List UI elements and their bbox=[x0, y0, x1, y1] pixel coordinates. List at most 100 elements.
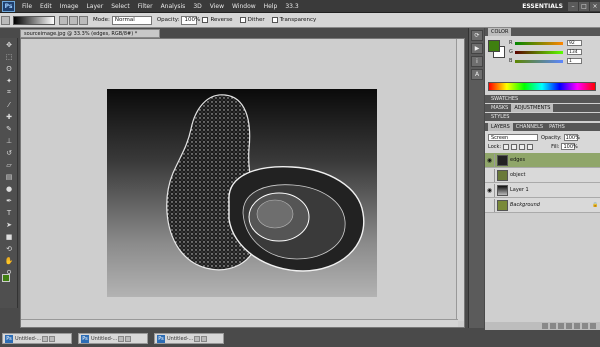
stamp-tool-icon[interactable]: ⊥ bbox=[2, 135, 16, 146]
foreground-color-swatch[interactable] bbox=[2, 274, 10, 282]
hand-tool-icon[interactable]: ✋ bbox=[2, 255, 16, 266]
healing-brush-tool-icon[interactable]: ✚ bbox=[2, 111, 16, 122]
linear-gradient-icon[interactable] bbox=[59, 15, 68, 25]
minimize-button[interactable]: – bbox=[568, 1, 578, 11]
delete-layer-icon[interactable] bbox=[590, 323, 596, 329]
crop-tool-icon[interactable]: ⌗ bbox=[2, 87, 16, 98]
maximize-button[interactable]: □ bbox=[579, 1, 589, 11]
restore-icon[interactable] bbox=[194, 335, 201, 342]
document-tab[interactable]: sourceimage.jpg @ 33.3% (edges, RGB/8#) … bbox=[20, 29, 160, 38]
close-icon[interactable] bbox=[201, 335, 208, 342]
brush-tool-icon[interactable]: ✎ bbox=[2, 123, 16, 134]
workspace-switcher[interactable]: ESSENTIALS bbox=[518, 3, 567, 10]
layer-row-object[interactable]: object bbox=[485, 168, 600, 183]
move-tool-icon[interactable]: ✥ bbox=[2, 39, 16, 50]
zoom-level[interactable]: 33.3 bbox=[281, 3, 302, 10]
gradient-tool-icon[interactable]: ▤ bbox=[2, 171, 16, 182]
eye-icon[interactable]: ◉ bbox=[485, 183, 495, 197]
tab-paths[interactable]: PATHS bbox=[546, 123, 568, 131]
menu-layer[interactable]: Layer bbox=[82, 3, 107, 10]
adjustment-layer-icon[interactable] bbox=[566, 323, 572, 329]
actions-panel-icon[interactable]: ▶ bbox=[471, 43, 483, 54]
menu-view[interactable]: View bbox=[206, 3, 228, 10]
new-layer-icon[interactable] bbox=[582, 323, 588, 329]
tab-channels[interactable]: CHANNELS bbox=[513, 123, 546, 131]
layer-row-background[interactable]: Background 🔒 bbox=[485, 198, 600, 213]
add-mask-icon[interactable] bbox=[558, 323, 564, 329]
tab-swatches[interactable]: SWATCHES bbox=[488, 95, 521, 103]
menu-edit[interactable]: Edit bbox=[36, 3, 56, 10]
close-icon[interactable] bbox=[125, 335, 132, 342]
eye-icon[interactable] bbox=[485, 198, 495, 212]
close-icon[interactable] bbox=[49, 335, 56, 342]
menu-3d[interactable]: 3D bbox=[189, 3, 205, 10]
layer-style-icon[interactable] bbox=[550, 323, 556, 329]
type-tool-icon[interactable]: T bbox=[2, 207, 16, 218]
red-slider[interactable] bbox=[515, 41, 563, 45]
3d-rotate-tool-icon[interactable]: ⟲ bbox=[2, 243, 16, 254]
menu-filter[interactable]: Filter bbox=[134, 3, 157, 10]
green-slider[interactable] bbox=[515, 50, 563, 54]
blue-value[interactable]: 1 bbox=[567, 58, 582, 64]
fill-input[interactable]: 100% bbox=[561, 143, 578, 150]
gradient-picker[interactable] bbox=[13, 15, 55, 25]
dodge-tool-icon[interactable]: ● bbox=[2, 183, 16, 194]
shape-tool-icon[interactable]: ■ bbox=[2, 231, 16, 242]
horizontal-scrollbar[interactable] bbox=[21, 319, 458, 327]
vertical-scrollbar[interactable] bbox=[456, 39, 464, 321]
magic-wand-tool-icon[interactable]: ✦ bbox=[2, 75, 16, 86]
foreground-color-chip[interactable] bbox=[488, 40, 500, 52]
minimized-doc-2[interactable]: Ps Untitled-... bbox=[78, 333, 148, 344]
minimized-doc-1[interactable]: Ps Untitled-... bbox=[2, 333, 72, 344]
history-panel-icon[interactable]: ⟳ bbox=[471, 30, 483, 41]
reverse-checkbox[interactable] bbox=[202, 17, 209, 23]
blend-mode-select[interactable]: Screen bbox=[488, 134, 538, 141]
tab-adjustments[interactable]: ADJUSTMENTS bbox=[511, 104, 554, 112]
color-spectrum-ramp[interactable] bbox=[488, 82, 596, 91]
minimized-doc-3[interactable]: Ps Untitled-... bbox=[154, 333, 224, 344]
lock-pixels-icon[interactable] bbox=[511, 143, 518, 150]
radial-gradient-icon[interactable] bbox=[69, 15, 78, 25]
dither-checkbox[interactable] bbox=[239, 17, 246, 23]
menu-file[interactable]: File bbox=[18, 3, 36, 10]
menu-window[interactable]: Window bbox=[228, 3, 260, 10]
tab-layers[interactable]: LAYERS bbox=[488, 123, 513, 131]
marquee-tool-icon[interactable]: ⬚ bbox=[2, 51, 16, 62]
eye-icon[interactable]: ◉ bbox=[485, 153, 495, 167]
menu-help[interactable]: Help bbox=[260, 3, 282, 10]
new-group-icon[interactable] bbox=[574, 323, 580, 329]
eye-icon[interactable] bbox=[485, 168, 495, 182]
lasso-tool-icon[interactable]: ʘ bbox=[2, 63, 16, 74]
tab-masks[interactable]: MASKS bbox=[488, 104, 511, 112]
tab-color[interactable]: COLOR bbox=[488, 28, 512, 36]
menu-select[interactable]: Select bbox=[107, 3, 134, 10]
history-brush-tool-icon[interactable]: ↺ bbox=[2, 147, 16, 158]
lock-transparency-icon[interactable] bbox=[503, 143, 510, 150]
angle-gradient-icon[interactable] bbox=[79, 15, 88, 25]
transparency-checkbox[interactable] bbox=[271, 17, 278, 23]
blue-slider[interactable] bbox=[515, 59, 563, 63]
mode-select[interactable]: Normal bbox=[111, 15, 152, 25]
lock-all-icon[interactable] bbox=[527, 143, 534, 150]
image-canvas[interactable] bbox=[107, 89, 377, 297]
layer-row-layer-1[interactable]: ◉ Layer 1 bbox=[485, 183, 600, 198]
pen-tool-icon[interactable]: ✒ bbox=[2, 195, 16, 206]
restore-icon[interactable] bbox=[118, 335, 125, 342]
layer-opacity-input[interactable]: 100% bbox=[563, 134, 580, 141]
gradient-tool-icon[interactable] bbox=[1, 15, 10, 25]
lock-position-icon[interactable] bbox=[519, 143, 526, 150]
green-value[interactable]: 134 bbox=[567, 49, 582, 55]
menu-image[interactable]: Image bbox=[56, 3, 83, 10]
character-panel-icon[interactable]: A bbox=[471, 69, 483, 80]
path-selection-tool-icon[interactable]: ➤ bbox=[2, 219, 16, 230]
layer-row-edges[interactable]: ◉ edges bbox=[485, 153, 600, 168]
link-layers-icon[interactable] bbox=[542, 323, 548, 329]
opacity-input[interactable]: 100% bbox=[181, 15, 200, 25]
red-value[interactable]: 92 bbox=[567, 40, 582, 46]
info-panel-icon[interactable]: i bbox=[471, 56, 483, 67]
eraser-tool-icon[interactable]: ▱ bbox=[2, 159, 16, 170]
eyedropper-tool-icon[interactable]: ⁄ bbox=[2, 99, 16, 110]
close-button[interactable]: × bbox=[590, 1, 600, 11]
tab-styles[interactable]: STYLES bbox=[488, 113, 512, 121]
menu-analysis[interactable]: Analysis bbox=[157, 3, 190, 10]
